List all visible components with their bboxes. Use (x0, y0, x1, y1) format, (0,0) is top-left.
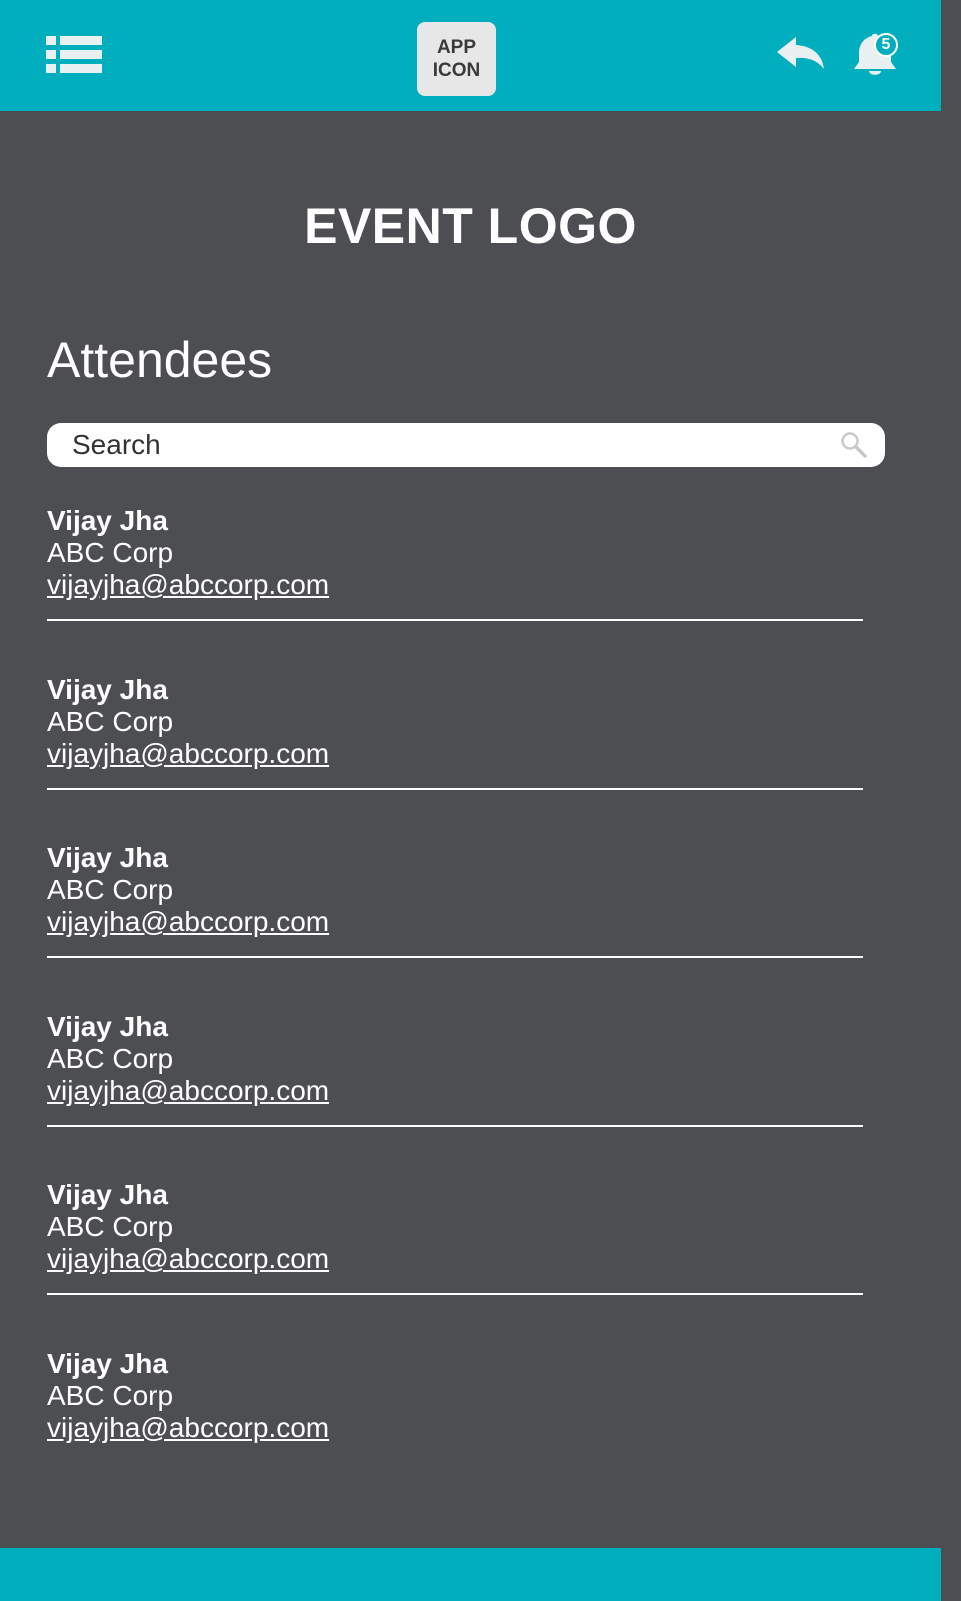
attendee-name: Vijay Jha (47, 842, 168, 873)
attendee-email-link[interactable]: vijayjha@abccorp.com (47, 738, 329, 770)
attendee-name: Vijay Jha (47, 1010, 168, 1042)
app-screen: APP ICON 5 EVENT LOGO Attendees Search V… (0, 0, 941, 1601)
attendee-name: Vijay Jha (47, 1347, 168, 1379)
attendee-company: ABC Corp (47, 1211, 174, 1242)
app-icon-label-line1: APP (436, 37, 477, 58)
attendee-name: Vijay Jha (47, 505, 168, 536)
divider (47, 787, 863, 790)
divider (47, 1124, 863, 1127)
attendee-company: ABC Corp (47, 1042, 174, 1074)
attendee-email-link[interactable]: vijayjha@abccorp.com (47, 1412, 329, 1444)
attendee-company: ABC Corp (47, 1379, 174, 1411)
attendee-email-link[interactable]: vijayjha@abccorp.com (47, 1243, 329, 1275)
notification-badge: 5 (874, 33, 898, 57)
attendee-name: Vijay Jha (47, 673, 168, 705)
list-menu-icon (46, 36, 102, 73)
app-icon[interactable]: APP ICON (417, 22, 496, 96)
reply-back-icon (777, 37, 824, 69)
bottom-bar (0, 1548, 941, 1601)
divider (47, 956, 863, 958)
app-icon-label-line2: ICON (432, 60, 481, 81)
attendee-item[interactable]: Vijay Jha ABC Corp vijayjha@abccorp.com (47, 842, 863, 1011)
divider (47, 619, 863, 621)
attendee-email-link[interactable]: vijayjha@abccorp.com (47, 906, 329, 938)
attendee-list: Vijay Jha ABC Corp vijayjha@abccorp.com … (47, 505, 863, 1516)
attendee-item[interactable]: Vijay Jha ABC Corp vijayjha@abccorp.com (47, 674, 863, 843)
attendee-email-link[interactable]: vijayjha@abccorp.com (47, 1075, 329, 1107)
event-logo: EVENT LOGO (304, 198, 637, 254)
magnifier-icon (841, 432, 867, 458)
attendee-company: ABC Corp (47, 537, 174, 568)
attendee-email-link[interactable]: vijayjha@abccorp.com (47, 569, 329, 601)
attendee-item[interactable]: Vijay Jha ABC Corp vijayjha@abccorp.com (47, 1348, 863, 1517)
attendee-item[interactable]: Vijay Jha ABC Corp vijayjha@abccorp.com (47, 505, 863, 674)
attendee-name: Vijay Jha (47, 1179, 168, 1210)
attendee-item[interactable]: Vijay Jha ABC Corp vijayjha@abccorp.com (47, 1011, 863, 1180)
search-button[interactable] (840, 431, 868, 459)
attendee-company: ABC Corp (47, 705, 174, 737)
attendee-item[interactable]: Vijay Jha ABC Corp vijayjha@abccorp.com (47, 1179, 863, 1348)
search-input[interactable] (72, 423, 812, 467)
search-bar (47, 423, 885, 467)
page-title: Attendees (47, 332, 273, 388)
menu-button[interactable] (46, 36, 102, 74)
divider (47, 1293, 863, 1295)
attendee-company: ABC Corp (47, 874, 174, 905)
top-bar: APP ICON 5 (0, 0, 941, 112)
back-button[interactable] (776, 36, 826, 70)
